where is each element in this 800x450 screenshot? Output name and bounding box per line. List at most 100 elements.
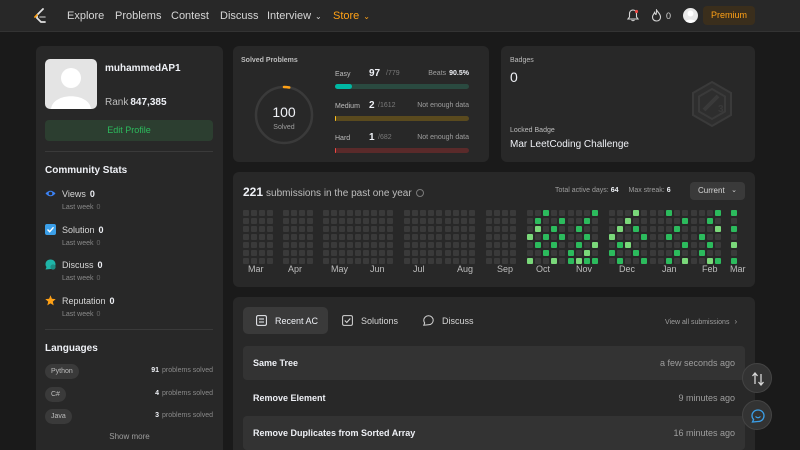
calendar-range-select[interactable]: Current ⌄ (690, 182, 745, 200)
profile-rank: Rank 847,385 (105, 97, 167, 108)
heatmap-cell (559, 250, 565, 256)
show-more-link[interactable]: Show more (36, 432, 223, 441)
heatmap-cell (633, 242, 639, 248)
edit-profile-button[interactable]: Edit Profile (45, 120, 213, 141)
heatmap-cell (666, 226, 672, 232)
heatmap-cell (323, 250, 329, 256)
heatmap-cell (576, 234, 582, 240)
heatmap-cell (609, 210, 615, 216)
heatmap-cell (551, 250, 557, 256)
heatmap-cell (658, 226, 664, 232)
tab-recent-ac[interactable]: Recent AC (243, 307, 328, 334)
heatmap-cell (543, 234, 549, 240)
language-tag[interactable]: Python (45, 364, 79, 379)
premium-button[interactable]: Premium (703, 6, 755, 25)
heatmap-cell (428, 242, 434, 248)
hard-progress-bar (335, 148, 469, 153)
chevron-down-icon: ⌄ (315, 12, 322, 21)
discuss-icon (423, 315, 434, 326)
month-label: Jan (662, 264, 677, 274)
heatmap-cell (420, 218, 426, 224)
heatmap-cell (617, 226, 623, 232)
heatmap-cell (469, 210, 475, 216)
heatmap-cell (510, 218, 516, 224)
solutions-icon (342, 315, 353, 326)
avatar[interactable] (683, 8, 698, 23)
heatmap-cell (331, 242, 337, 248)
submission-row[interactable]: Remove Element 9 minutes ago (243, 381, 745, 415)
info-icon[interactable] (415, 189, 424, 197)
month-label: Nov (576, 264, 593, 274)
swap-icon (752, 372, 764, 386)
nav-explore[interactable]: Explore (67, 10, 104, 22)
heatmap-cell (494, 242, 500, 248)
solved-total-label: Solved (273, 124, 295, 131)
heatmap-cell (243, 218, 249, 224)
heatmap-cell (486, 250, 492, 256)
heatmap-cell (355, 242, 361, 248)
heatmap-cell (666, 234, 672, 240)
heatmap-cell (283, 250, 289, 256)
month-label: Apr (288, 264, 303, 274)
heatmap-cell (347, 242, 353, 248)
heatmap-cell (371, 226, 377, 232)
locked-badge-icon[interactable]: 3 (688, 80, 736, 128)
heatmap-cell (267, 258, 273, 264)
heatmap-cell (404, 250, 410, 256)
heatmap-cell (707, 210, 713, 216)
heatmap-cell (267, 226, 273, 232)
user-silhouette-icon (684, 10, 697, 23)
heatmap-cell (445, 234, 451, 240)
heatmap-cell (299, 210, 305, 216)
switch-layout-button[interactable] (742, 363, 772, 393)
heatmap-cell (243, 210, 249, 216)
language-tag[interactable]: C# (45, 387, 66, 402)
heatmap-cell (387, 210, 393, 216)
language-row: Python 91 problems solved (45, 364, 213, 380)
heatmap-cell (715, 218, 721, 224)
heatmap-cell (535, 242, 541, 248)
heatmap-cell (691, 210, 697, 216)
nav-interview[interactable]: Interview ⌄ (267, 10, 322, 22)
tab-discuss[interactable]: Discuss (410, 307, 485, 334)
month-label: Jul (413, 264, 425, 274)
heatmap-cell (731, 234, 737, 240)
heatmap-cell (436, 258, 442, 264)
submission-row[interactable]: Remove Duplicates from Sorted Array 16 m… (243, 416, 745, 450)
nav-discuss[interactable]: Discuss (220, 10, 259, 22)
heatmap-cell (267, 234, 273, 240)
heatmap-cell (243, 226, 249, 232)
heatmap-cell (682, 242, 688, 248)
heatmap-cell (355, 258, 361, 264)
heatmap-cell (323, 258, 329, 264)
heatmap-cell (617, 242, 623, 248)
heatmap-cell (243, 242, 249, 248)
heatmap-cell (658, 210, 664, 216)
language-row: C# 4 problems solved (45, 387, 213, 403)
heatmap-cell (592, 242, 598, 248)
nav-problems[interactable]: Problems (115, 10, 161, 22)
heatmap-cell (543, 226, 549, 232)
bell-icon[interactable] (627, 9, 639, 22)
heatmap-cell (633, 210, 639, 216)
heatmap-cell (576, 242, 582, 248)
nav-store[interactable]: Store ⌄ (333, 10, 370, 22)
heatmap-cell (559, 242, 565, 248)
nav-contest[interactable]: Contest (171, 10, 209, 22)
heatmap-cell (510, 234, 516, 240)
language-tag[interactable]: Java (45, 409, 72, 424)
view-all-submissions-link[interactable]: View all submissions › (665, 317, 737, 326)
heatmap-cell (494, 250, 500, 256)
heatmap-cell (291, 218, 297, 224)
tab-solutions[interactable]: Solutions (329, 307, 409, 334)
languages-title: Languages (45, 343, 98, 354)
leetcode-logo-icon[interactable] (33, 8, 49, 24)
feedback-button[interactable] (742, 400, 772, 430)
eye-icon (45, 190, 56, 197)
submission-row[interactable]: Same Tree a few seconds ago (243, 346, 745, 380)
streak-fire-icon[interactable] (651, 9, 662, 22)
star-icon (45, 295, 56, 306)
heatmap-cell (387, 218, 393, 224)
heatmap-cell (283, 242, 289, 248)
heatmap-cell (412, 242, 418, 248)
